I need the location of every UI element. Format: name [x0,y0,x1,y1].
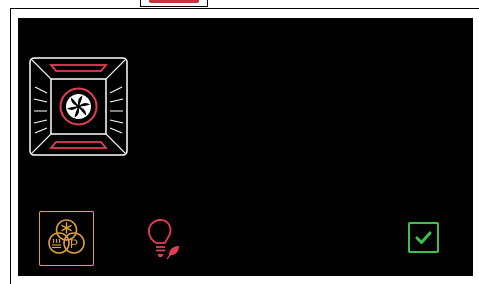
confirm-button[interactable] [408,222,439,253]
top-tab[interactable] [140,0,208,7]
checkmark-icon [415,231,432,244]
mode-snowflake-pyrolysis-icon: P [48,219,85,254]
oven-fan-heating-icon [29,57,128,156]
svg-text:P: P [70,237,78,251]
display-screen: P [18,18,473,276]
mode-select-button[interactable]: P [39,211,94,266]
frame-left-border [10,8,11,284]
lamp-eco-icon[interactable] [142,217,184,261]
frame-top-border [10,8,479,9]
